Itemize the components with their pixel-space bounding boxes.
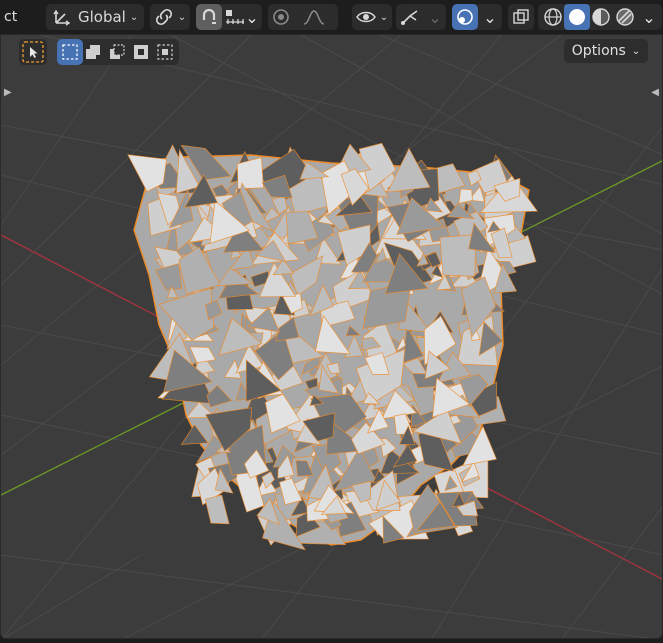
- select-mode-intersect-icon: [157, 44, 173, 60]
- gizmo-icon: [401, 10, 418, 25]
- overlay-toggle[interactable]: [452, 4, 478, 30]
- chevron-down-icon: ⌄: [642, 7, 656, 27]
- gizmo-group: ⌄: [396, 4, 446, 30]
- select-mode-subtract-icon: [110, 44, 125, 59]
- wireframe-shading-button[interactable]: [540, 4, 566, 30]
- pivot-point-dropdown[interactable]: ⌄: [150, 4, 190, 30]
- select-cursor-icon: [22, 41, 44, 63]
- chevron-down-icon: ⌄: [177, 11, 187, 23]
- snap-magnet-icon: [202, 8, 216, 24]
- rendered-shading-icon: [616, 8, 634, 26]
- select-mode-intersect-button[interactable]: [153, 39, 177, 65]
- options-label: Options: [571, 43, 626, 59]
- chevron-down-icon: ⌄: [379, 11, 389, 23]
- eye-icon: [355, 11, 376, 23]
- select-tool-button[interactable]: [19, 39, 47, 65]
- overlay-group: ⌄: [452, 4, 502, 30]
- shading-dropdown[interactable]: ⌄: [638, 4, 660, 30]
- proportional-edit-toggle[interactable]: [268, 4, 294, 30]
- select-mode-new-button[interactable]: [57, 39, 83, 65]
- select-mode-group: [57, 39, 179, 65]
- chevron-down-icon: ⌄: [129, 11, 139, 23]
- visibility-dropdown[interactable]: ⌄: [352, 4, 392, 30]
- proportional-edit-icon: [273, 9, 289, 25]
- rendered-shading-button[interactable]: [612, 4, 638, 30]
- transform-orientation-label: Global: [78, 8, 126, 26]
- select-mode-difference-button[interactable]: [129, 39, 153, 65]
- select-mode-extend-button[interactable]: [81, 39, 105, 65]
- chevron-down-icon: ⌄: [428, 7, 442, 27]
- fractured-cube-mesh[interactable]: [127, 142, 539, 551]
- material-shading-button[interactable]: [588, 4, 614, 30]
- chevron-down-icon: ⌄: [483, 7, 497, 27]
- pivot-link-icon: [155, 8, 172, 26]
- snap-group: ⌄: [196, 4, 262, 30]
- transform-orientation-icon: [53, 9, 71, 26]
- xray-toggle[interactable]: [508, 4, 534, 30]
- sidebar-expand-icon[interactable]: ◀: [651, 87, 659, 98]
- 3d-viewport[interactable]: Options ⌄ ▶ ◀: [0, 34, 663, 639]
- bottom-border: [0, 639, 663, 643]
- material-shading-icon: [592, 8, 610, 26]
- viewport-header: ct Global ⌄ ⌄ ⌄ ⌄ ⌄ ⌄ ⌄: [0, 0, 663, 34]
- solid-shading-button[interactable]: [564, 4, 590, 30]
- xray-icon: [513, 9, 529, 24]
- snap-target-dropdown[interactable]: ⌄: [222, 4, 262, 30]
- overlay-dropdown[interactable]: ⌄: [478, 4, 502, 30]
- shading-group: ⌄: [538, 4, 662, 30]
- snap-toggle[interactable]: [196, 4, 222, 30]
- select-mode-subtract-button[interactable]: [105, 39, 129, 65]
- select-mode-extend-icon: [86, 45, 100, 59]
- viewport-scene: [1, 35, 662, 638]
- select-mode-difference-icon: [134, 45, 148, 59]
- options-dropdown[interactable]: Options ⌄: [564, 39, 648, 63]
- mode-label[interactable]: ct: [4, 9, 17, 25]
- solid-shading-icon: [569, 9, 585, 25]
- transform-orientation-dropdown[interactable]: Global ⌄: [46, 4, 144, 30]
- select-mode-new-icon: [62, 44, 78, 60]
- toolbar-expand-icon[interactable]: ▶: [4, 87, 12, 98]
- overlay-icon: [457, 9, 473, 25]
- chevron-down-icon: ⌄: [631, 45, 641, 57]
- falloff-dropdown[interactable]: [298, 4, 330, 30]
- gizmo-toggle[interactable]: [396, 4, 424, 30]
- chevron-down-icon: ⌄: [245, 7, 259, 27]
- gizmo-dropdown[interactable]: ⌄: [424, 4, 446, 30]
- wireframe-shading-icon: [544, 8, 562, 26]
- snap-increment-icon: [226, 10, 245, 24]
- proportional-editing-group: [268, 4, 338, 30]
- falloff-curve-icon: [303, 10, 325, 25]
